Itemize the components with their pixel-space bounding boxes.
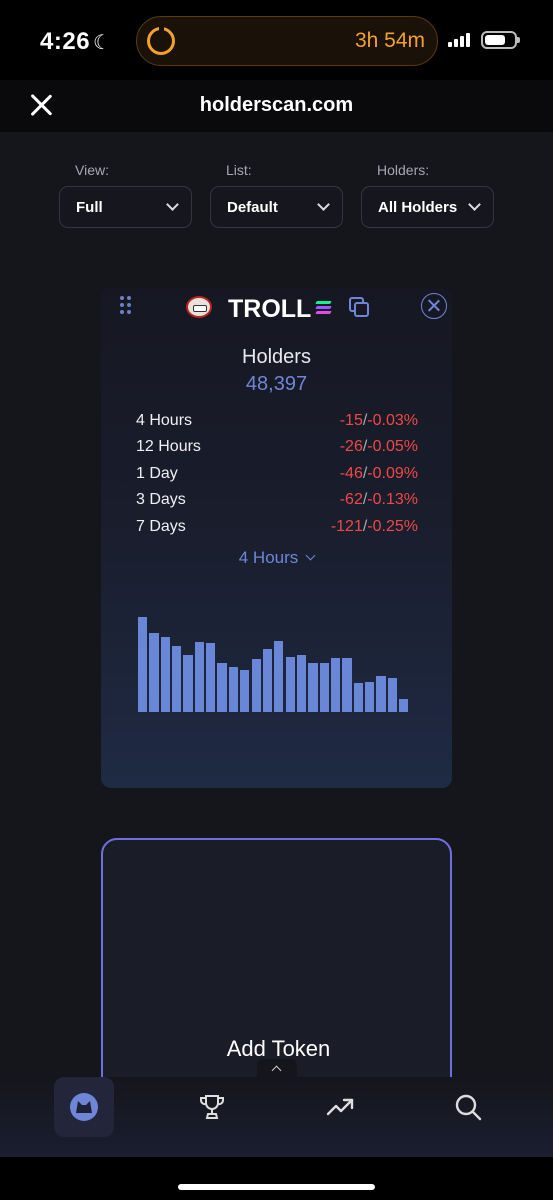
bottom-nav [0, 1059, 553, 1157]
change-row: 3 Days -62/-0.13% [136, 491, 418, 517]
page-content: View: Full List: Default Holders: All Ho… [0, 132, 553, 1077]
chart-bar [240, 670, 250, 712]
holders-count: 48,397 [245, 373, 308, 395]
view-filter-label: View: [75, 162, 109, 178]
holders-filter-label: Holders: [377, 162, 430, 178]
add-token-card[interactable]: Add Token [101, 838, 452, 1077]
chart-period-value: 4 Hours [238, 548, 299, 567]
page-domain: holderscan.com [199, 94, 354, 116]
chart-bar [149, 633, 159, 712]
drag-handle-icon[interactable] [120, 296, 134, 318]
change-value: -46/-0.09% [339, 464, 418, 482]
list-select[interactable]: Default [210, 186, 343, 228]
list-filter: List: Default [210, 162, 343, 228]
chart-bar [296, 655, 307, 712]
token-card: TROLL Holders 48,397 4 Hours -15/-0.03% … [101, 288, 452, 788]
chart-bar [330, 657, 341, 712]
browser-header: holderscan.com [0, 80, 553, 132]
chevron-down-icon [317, 198, 330, 211]
list-filter-label: List: [226, 162, 252, 178]
chart-bar [262, 649, 273, 712]
chevron-down-icon [468, 198, 481, 211]
change-value: -15/-0.03% [339, 412, 418, 429]
trending-up-icon [326, 1098, 354, 1116]
change-row: 12 Hours -26/-0.05% [136, 438, 418, 464]
dynamic-island[interactable]: 3h 54m [136, 16, 438, 66]
holders-select[interactable]: All Holders [361, 186, 494, 228]
signal-icon [448, 33, 474, 47]
chevron-down-icon [166, 198, 179, 211]
holders-label: Holders [242, 346, 311, 368]
change-period: 4 Hours [136, 412, 193, 429]
nav-item-leaderboard[interactable] [182, 1077, 242, 1137]
chart-bar [206, 642, 216, 712]
chart-bar [308, 662, 318, 712]
view-select-value: Full [76, 198, 103, 216]
chart-bar [172, 646, 182, 712]
change-row: 1 Day -46/-0.09% [136, 465, 418, 491]
timer-text: 3h 54m [354, 29, 425, 52]
chart-bar [319, 662, 329, 712]
change-period: 12 Hours [136, 438, 201, 456]
cat-logo-icon [70, 1093, 98, 1121]
chart-bar [399, 698, 409, 712]
chart-bar [365, 681, 375, 712]
chart-bar [194, 641, 205, 712]
nav-item-trending[interactable] [310, 1077, 370, 1137]
list-select-value: Default [227, 198, 278, 216]
timer-icon [147, 25, 175, 55]
battery-icon [481, 31, 520, 49]
chart-bar [217, 662, 227, 712]
nav-item-search[interactable] [438, 1077, 498, 1137]
search-icon [455, 1094, 482, 1121]
chevron-down-icon [305, 550, 316, 561]
chart-bar [228, 667, 239, 712]
expand-up-icon[interactable] [257, 1059, 297, 1077]
holders-bar-chart [138, 612, 410, 712]
chart-bar [387, 677, 397, 712]
chart-bar [274, 640, 284, 712]
token-symbol: TROLL [228, 295, 312, 323]
change-row: 7 Days -121/-0.25% [136, 518, 418, 544]
change-period: 7 Days [136, 517, 186, 535]
nav-item-home[interactable] [54, 1077, 114, 1137]
solana-icon [315, 301, 332, 314]
change-period: 3 Days [136, 491, 186, 509]
home-indicator[interactable] [178, 1184, 375, 1190]
status-time: 4:26 [40, 28, 91, 55]
token-logo [186, 296, 212, 318]
chart-bar [376, 675, 386, 712]
chart-bar [342, 657, 352, 712]
holders-select-value: All Holders [378, 198, 458, 216]
moon-icon: ☾ [93, 32, 111, 54]
chart-period-select[interactable]: 4 Hours [101, 548, 452, 568]
chart-bar [183, 655, 193, 712]
chart-bar [285, 656, 295, 712]
change-period: 1 Day [136, 464, 178, 482]
trophy-icon [200, 1095, 224, 1119]
view-filter: View: Full [59, 162, 192, 228]
change-value: -62/-0.13% [339, 491, 418, 509]
change-value: -26/-0.05% [339, 438, 418, 456]
status-bar: 4:26 ☾ 3h 54m [0, 0, 553, 80]
chart-bar [251, 658, 261, 712]
holders-filter: Holders: All Holders [361, 162, 494, 228]
chart-bar [160, 636, 170, 712]
home-indicator-area [0, 1157, 553, 1200]
change-value: -121/-0.25% [330, 517, 418, 535]
view-select[interactable]: Full [59, 186, 192, 228]
holder-changes: 4 Hours -15/-0.03% 12 Hours -26/-0.05% 1… [136, 412, 418, 544]
close-card-icon[interactable] [421, 293, 447, 319]
chart-bar [353, 682, 363, 712]
chart-bar [138, 617, 148, 712]
change-row: 4 Hours -15/-0.03% [136, 412, 418, 438]
copy-icon[interactable] [349, 297, 369, 317]
